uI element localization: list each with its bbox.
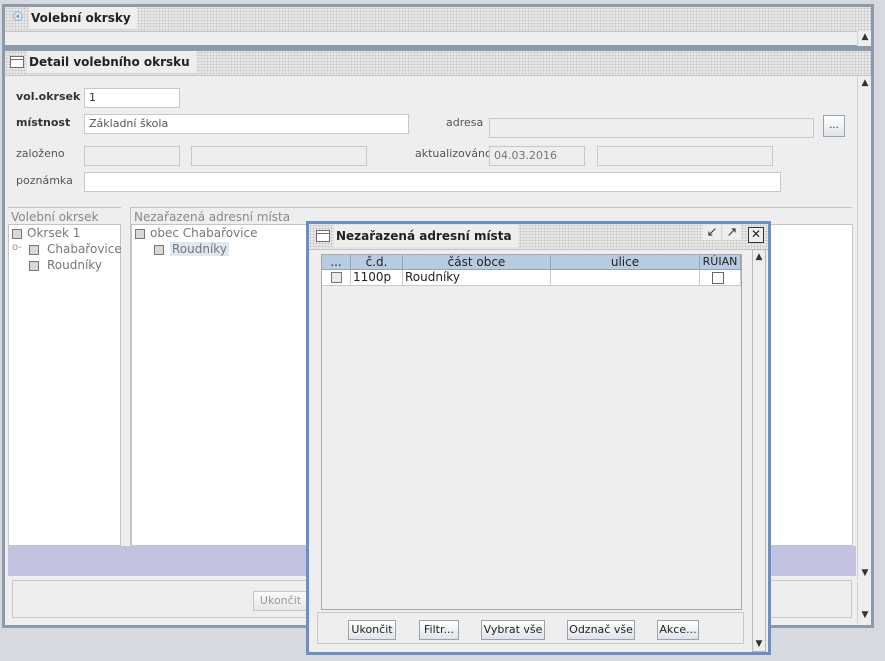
- mistnost-field[interactable]: Základní škola: [84, 114, 409, 134]
- people-icon: ☉: [12, 10, 24, 25]
- scroll-down-icon[interactable]: ▼: [754, 639, 764, 649]
- row-select-checkbox[interactable]: [331, 272, 342, 283]
- tree-node-icon: [29, 245, 39, 255]
- vol-okrsek-label: vol.okrsek: [16, 90, 81, 103]
- volebni-okrsky-titlebar[interactable]: ☉ Volební okrsky: [5, 7, 871, 32]
- nezarazena-dialog: Nezařazená adresní místa ↙ ↗ ✕ ... č.d. …: [306, 221, 771, 655]
- zalozeno-label: založeno: [16, 147, 65, 160]
- col-select-header[interactable]: ...: [322, 255, 351, 270]
- scroll-down-icon[interactable]: ▼: [860, 568, 870, 578]
- ruian-checkbox[interactable]: [712, 272, 724, 284]
- tree-item-roudniky[interactable]: Roudníky: [47, 258, 102, 272]
- col-ruian-header[interactable]: RÚIAN: [700, 255, 741, 270]
- minimize-icon[interactable]: ↙: [703, 225, 721, 240]
- aktualizovano-field: 04.03.2016: [489, 146, 585, 166]
- tree-expand-icon[interactable]: o-: [12, 242, 22, 253]
- mistnost-label: místnost: [16, 116, 71, 129]
- dialog-titlebar[interactable]: Nezařazená adresní místa ↙ ↗ ✕: [309, 224, 768, 250]
- aktualizovano-by-field: [597, 146, 773, 166]
- tree-node-icon: [12, 229, 22, 239]
- window-icon: [10, 56, 24, 68]
- tree-item-roudniky-selected[interactable]: Roudníky: [170, 242, 229, 256]
- deselect-all-button[interactable]: Odznač vše: [567, 620, 635, 640]
- zalozeno-by-field: [191, 146, 367, 166]
- col-cast-obce-header[interactable]: část obce: [403, 255, 551, 270]
- filter-button[interactable]: Filtr...: [419, 620, 459, 640]
- zalozeno-field: [84, 146, 180, 166]
- dialog-scrollbar[interactable]: ▲ ▼: [752, 249, 766, 652]
- volebni-okrsek-tree[interactable]: Okrsek 1 o- Chabařovice Roudníky: [8, 224, 122, 546]
- cell-ulice: [551, 270, 700, 286]
- detail-close-button[interactable]: Ukončit: [253, 591, 308, 611]
- maximize-icon[interactable]: ↗: [723, 225, 741, 240]
- vol-okrsek-field[interactable]: 1: [84, 88, 180, 108]
- volebni-okrsky-title: Volební okrsky: [29, 7, 137, 29]
- adresa-field: [489, 118, 814, 138]
- dialog-close-button[interactable]: Ukončit: [348, 620, 396, 640]
- dialog-button-bar: Ukončit Filtr... Vybrat vše Odznač vše A…: [317, 612, 744, 644]
- tree-root-okrsek[interactable]: Okrsek 1: [27, 226, 80, 240]
- poznamka-label: poznámka: [16, 174, 73, 187]
- adresa-browse-button[interactable]: ...: [823, 115, 845, 137]
- poznamka-field[interactable]: [84, 172, 781, 192]
- scroll-down-icon[interactable]: ▼: [860, 610, 870, 620]
- detail-scrollbar[interactable]: ▲ ▼: [857, 76, 871, 580]
- col-cd-header[interactable]: č.d.: [351, 255, 403, 270]
- row-select-cell[interactable]: [322, 270, 351, 286]
- window-icon: [316, 230, 330, 242]
- top-window-scrollbar[interactable]: ▲: [857, 31, 871, 46]
- cell-cd: 1100p: [351, 270, 403, 286]
- detail-title: Detail volebního okrsku: [27, 51, 196, 73]
- detail-footer-scrollbar[interactable]: ▼: [857, 582, 871, 623]
- adresa-label: adresa: [446, 116, 484, 129]
- close-icon[interactable]: ✕: [748, 227, 764, 243]
- tree-node-icon: [29, 261, 39, 271]
- aktualizovano-label: aktualizováno: [415, 147, 492, 160]
- col-ulice-header[interactable]: ulice: [551, 255, 700, 270]
- actions-button[interactable]: Akce...: [657, 620, 699, 640]
- detail-titlebar[interactable]: Detail volebního okrsku: [5, 51, 871, 76]
- tree-item-chabarovice[interactable]: Chabařovice: [47, 242, 122, 256]
- scroll-up-icon[interactable]: ▲: [860, 78, 870, 88]
- scroll-up-icon[interactable]: ▲: [754, 252, 764, 262]
- volebni-okrsek-panel: Volební okrsek Okrsek 1 o- Chabařovice R…: [8, 207, 122, 546]
- dialog-title: Nezařazená adresní místa: [334, 225, 518, 247]
- volebni-okrsky-window: ☉ Volební okrsky ▲: [2, 4, 874, 48]
- scroll-up-icon[interactable]: ▲: [860, 32, 870, 42]
- cell-ruian[interactable]: [700, 270, 741, 286]
- select-all-button[interactable]: Vybrat vše: [481, 620, 545, 640]
- tree-node-icon: [154, 245, 164, 255]
- nezarazena-header: Nezařazená adresní místa: [134, 210, 291, 224]
- volebni-okrsek-header: Volební okrsek: [11, 210, 99, 224]
- tree-root-obec[interactable]: obec Chabařovice: [150, 226, 258, 240]
- address-table: ... č.d. část obce ulice RÚIAN 1100p Rou…: [321, 254, 742, 610]
- cell-cast-obce: Roudníky: [403, 270, 551, 286]
- tree-node-icon: [135, 229, 145, 239]
